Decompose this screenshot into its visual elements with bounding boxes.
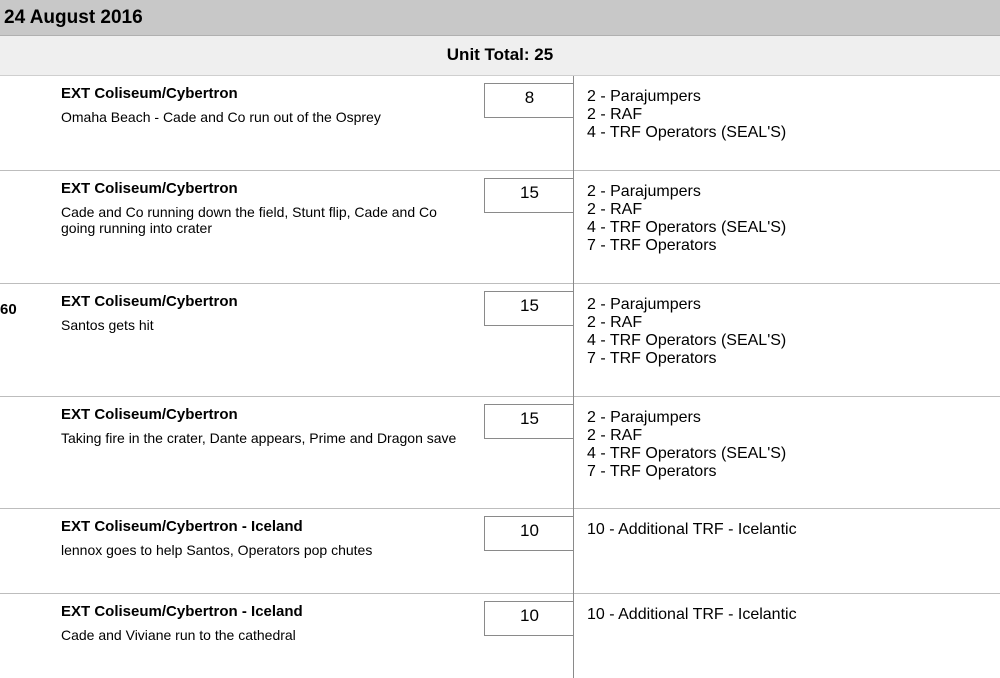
cast-item: 4 - TRF Operators (SEAL'S) [587,332,787,349]
count-box: 15 [484,291,573,326]
cast-item: 2 - Parajumpers [587,409,701,426]
background-count: 15 [520,183,539,202]
background-count: 10 [520,521,539,540]
cast-item: 7 - TRF Operators [587,463,717,480]
cast-item: 2 - Parajumpers [587,296,701,313]
scene-description: Santos gets hit [61,317,154,333]
scene-row: EXT Coliseum/Cybertron Taking fire in the… [0,397,1000,509]
count-box: 10 [484,516,573,551]
scene-location: EXT Coliseum/Cybertron - Iceland [61,518,303,535]
cast-list: 2 - Parajumpers 2 - RAF 4 - TRF Operators … [587,409,786,481]
cast-item: 10 - Additional TRF - Icelantic [587,606,797,623]
scene-row: 60 EXT Coliseum/Cybertron Santos gets hit 1… [0,284,1000,397]
scene-description: Taking fire in the crater, Dante appears… [61,430,457,446]
cast-list: 10 - Additional TRF - Icelantic [587,521,797,539]
scene-row: EXT Coliseum/Cybertron - Iceland lennox g… [0,509,1000,594]
scene-location: EXT Coliseum/Cybertron [61,293,238,310]
cast-item: 2 - Parajumpers [587,183,701,200]
count-box: 10 [484,601,573,636]
scene-description: Cade and Viviane run to the cathedral [61,627,296,643]
column-divider [573,76,574,678]
scene-description: lennox goes to help Santos, Operators po… [61,542,373,558]
cast-item: 4 - TRF Operators (SEAL'S) [587,445,787,462]
scene-location: EXT Coliseum/Cybertron [61,85,238,102]
cast-item: 2 - RAF [587,314,643,331]
scene-number: 60 [0,301,17,318]
scene-location: EXT Coliseum/Cybertron - Iceland [61,603,303,620]
scene-description: Cade and Co running down the field, Stun… [61,204,437,236]
cast-item: 7 - TRF Operators [587,350,717,367]
schedule-date: 24 August 2016 [4,7,143,28]
cast-item: 2 - Parajumpers [587,88,701,105]
count-box: 8 [484,83,573,118]
scene-row: EXT Coliseum/Cybertron - Iceland Cade and… [0,594,1000,678]
scene-row: EXT Coliseum/Cybertron Cade and Co runnin… [0,171,1000,284]
cast-item: 2 - RAF [587,106,643,123]
date-header: 24 August 2016 [0,0,1000,36]
cast-item: 7 - TRF Operators [587,237,717,254]
scene-location: EXT Coliseum/Cybertron [61,180,238,197]
scene-row: EXT Coliseum/Cybertron Omaha Beach - Cade… [0,76,1000,171]
unit-total: Unit Total: 25 [446,45,554,64]
scene-description: Omaha Beach - Cade and Co run out of the… [61,109,381,125]
count-box: 15 [484,178,573,213]
cast-list: 2 - Parajumpers 2 - RAF 4 - TRF Operators … [587,183,786,255]
cast-item: 4 - TRF Operators (SEAL'S) [587,219,787,236]
cast-item: 10 - Additional TRF - Icelantic [587,521,797,538]
scene-location: EXT Coliseum/Cybertron [61,406,238,423]
cast-item: 2 - RAF [587,427,643,444]
cast-list: 2 - Parajumpers 2 - RAF 4 - TRF Operators … [587,88,786,142]
cast-list: 2 - Parajumpers 2 - RAF 4 - TRF Operators … [587,296,786,368]
background-count: 15 [520,296,539,315]
count-box: 15 [484,404,573,439]
cast-list: 10 - Additional TRF - Icelantic [587,606,797,624]
background-count: 10 [520,606,539,625]
unit-total-bar: Unit Total: 25 [0,36,1000,76]
background-count: 15 [520,409,539,428]
cast-item: 2 - RAF [587,201,643,218]
cast-item: 4 - TRF Operators (SEAL'S) [587,124,787,141]
background-count: 8 [524,88,535,107]
